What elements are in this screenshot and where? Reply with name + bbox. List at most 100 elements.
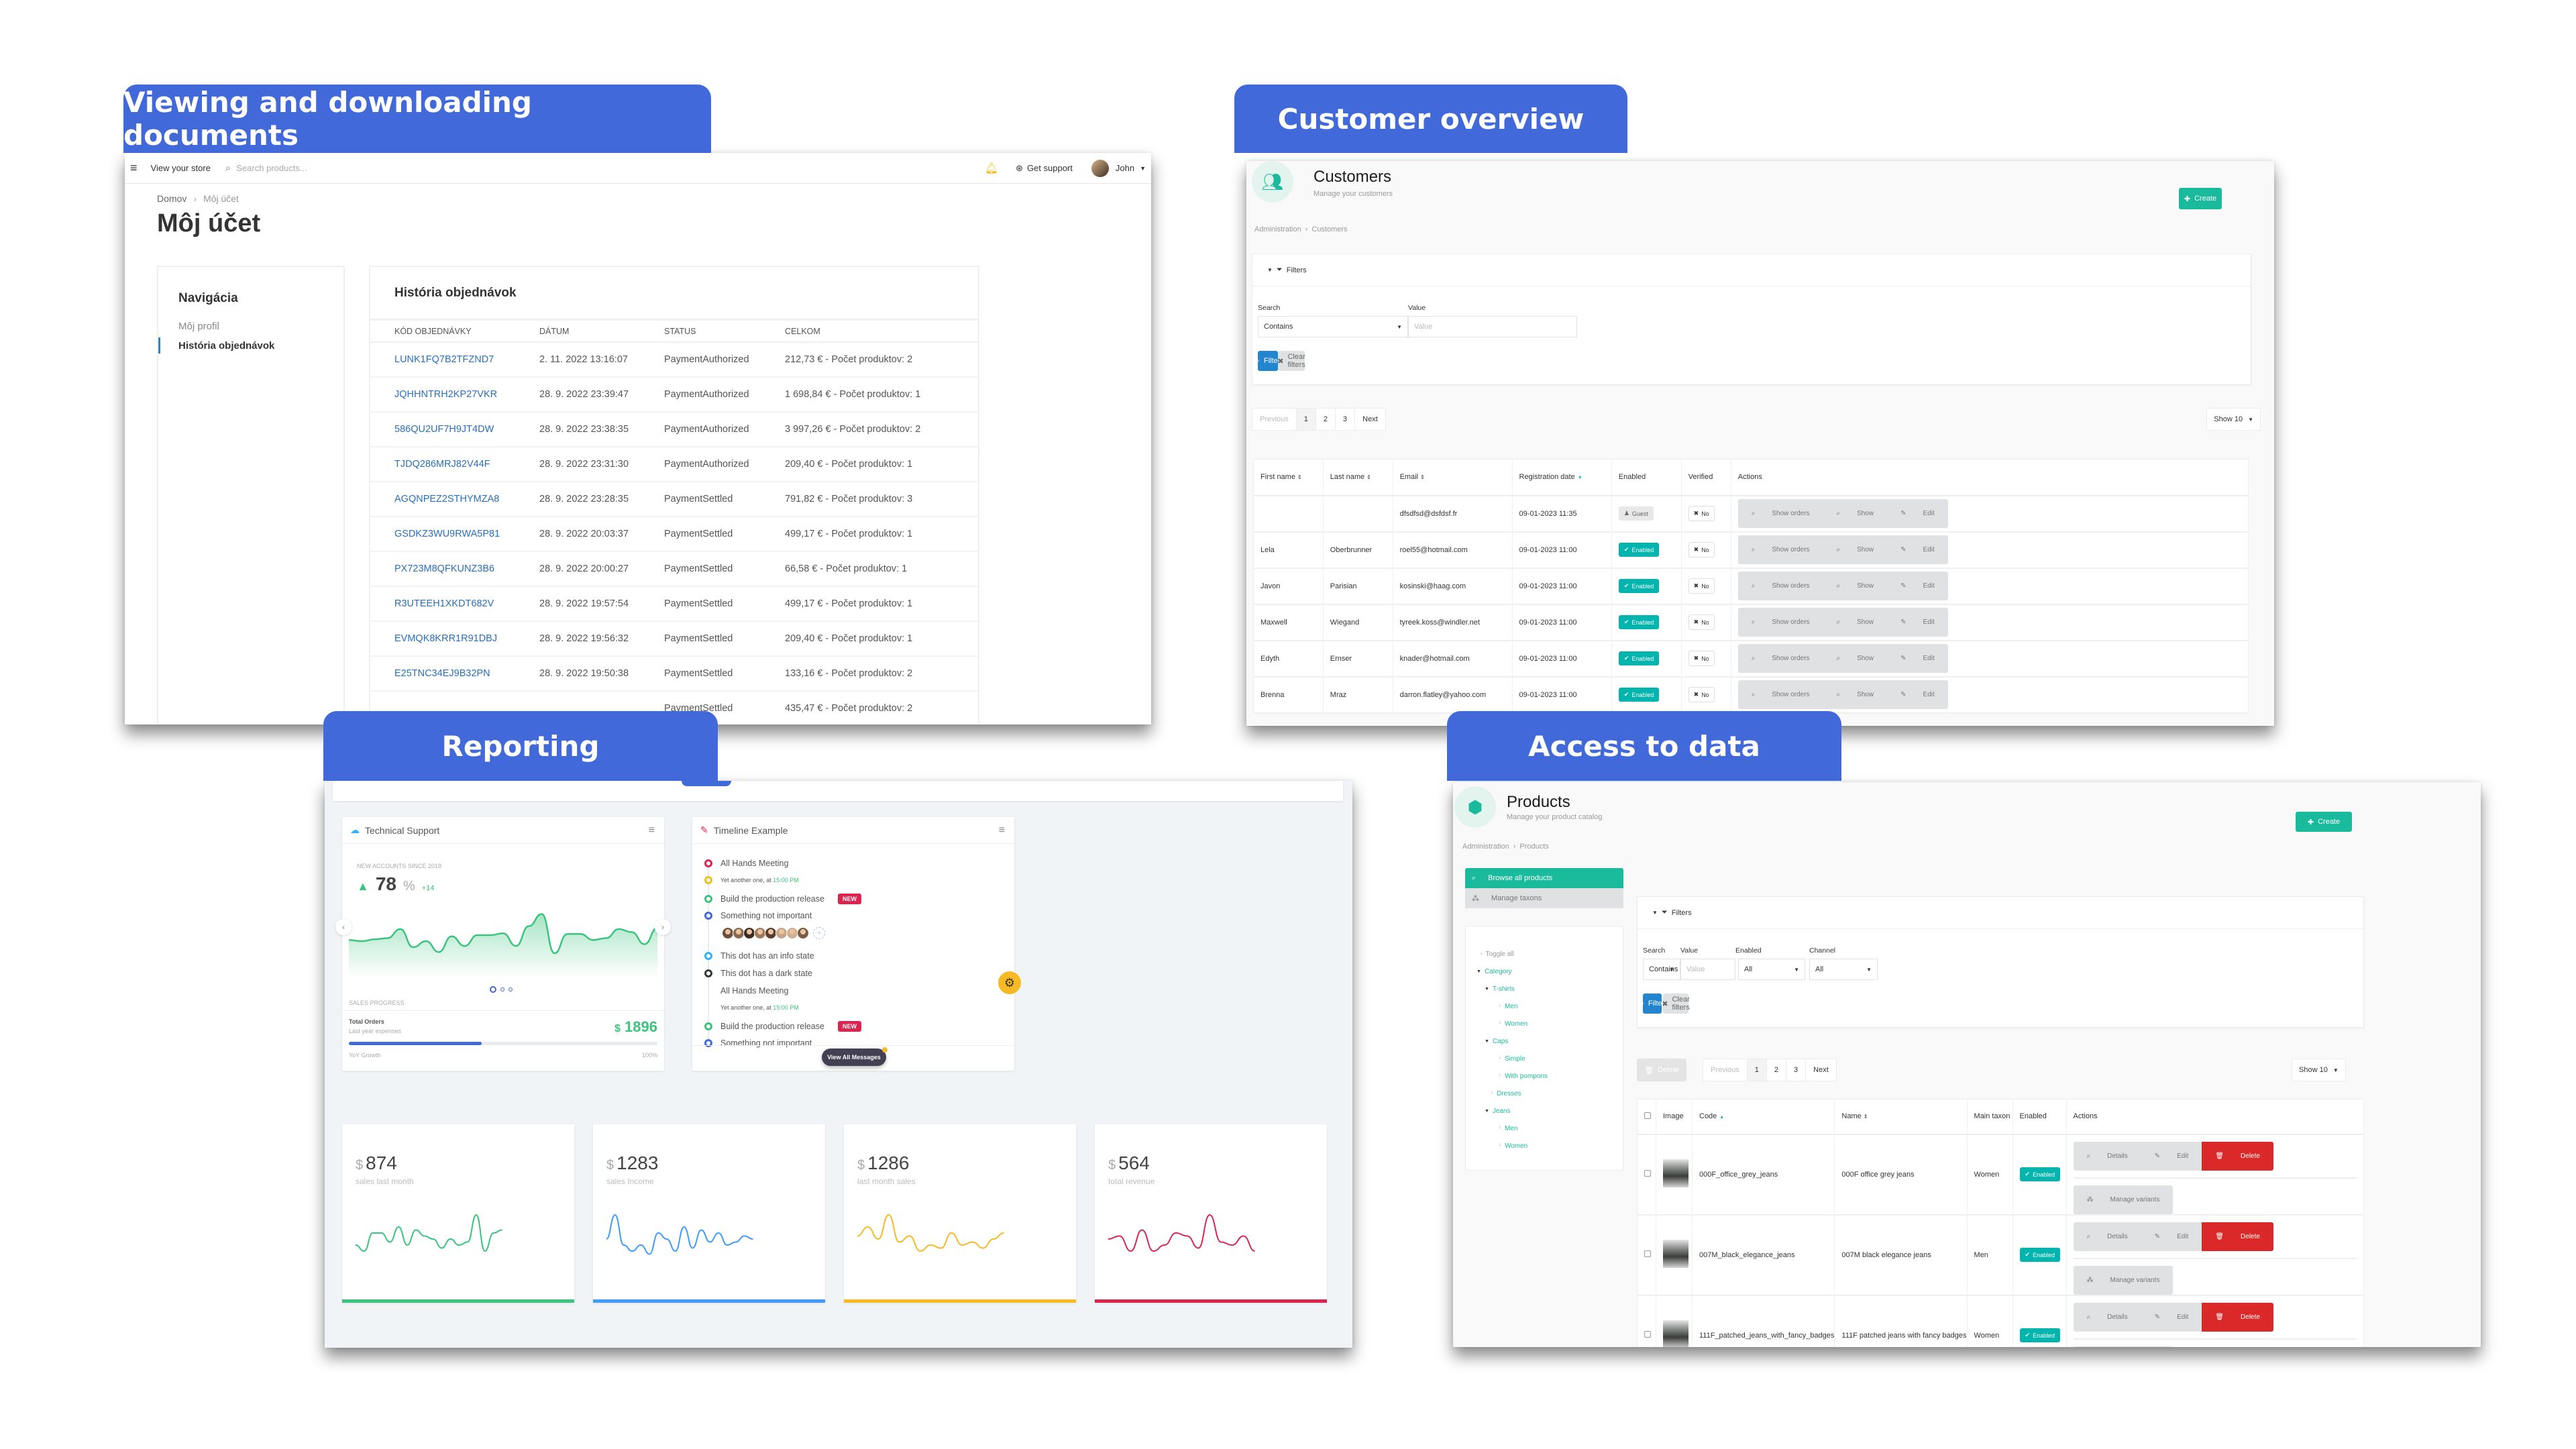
order-code-link[interactable]: GSDKZ3WU9RWA5P81: [370, 517, 515, 552]
show-button[interactable]: ⌕ Show: [1823, 499, 1888, 528]
search-type-select[interactable]: Contains ▼: [1258, 316, 1408, 337]
show-orders-button[interactable]: ⌕ Show orders: [1738, 499, 1823, 528]
pager-page[interactable]: 1: [1296, 409, 1316, 430]
order-code-link[interactable]: 586QU2UF7H9JT4DW: [370, 412, 515, 447]
edit-button[interactable]: ✎ Edit: [2141, 1142, 2202, 1171]
per-page-select[interactable]: Show 10 ▼: [2206, 408, 2261, 431]
show-button[interactable]: ⌕ Show: [1823, 572, 1888, 600]
menu-icon[interactable]: ≡: [649, 824, 655, 837]
per-page-select[interactable]: Show 10 ▼: [2292, 1059, 2346, 1081]
pager-previous[interactable]: Previous: [1703, 1059, 1748, 1081]
edit-button[interactable]: ✎ Edit: [1887, 680, 1948, 709]
details-button[interactable]: ⌕ Details: [2074, 1303, 2141, 1332]
edit-button[interactable]: ✎ Edit: [1887, 644, 1948, 673]
carousel-dot[interactable]: [508, 987, 513, 991]
delete-button[interactable]: 🗑︎ Delete: [2202, 1141, 2273, 1171]
browse-all-products-item[interactable]: ⌕ Browse all products: [1465, 868, 1623, 888]
taxon-item[interactable]: └ Women: [1466, 1137, 1623, 1155]
pager-page[interactable]: 3: [1336, 409, 1356, 430]
get-support-link[interactable]: Get support: [1027, 163, 1073, 173]
add-avatar-button[interactable]: +: [813, 927, 825, 939]
delete-button[interactable]: 🗑︎ Delete: [2202, 1222, 2273, 1251]
details-button[interactable]: ⌕ Details: [2074, 1142, 2141, 1171]
delete-button[interactable]: 🗑︎ Delete: [2202, 1302, 2273, 1332]
order-code-link[interactable]: E25TNC34EJ9B32PN: [370, 656, 515, 692]
taxon-item[interactable]: ▼ Category: [1466, 963, 1623, 980]
taxon-item[interactable]: └ Men: [1466, 998, 1623, 1015]
order-code-link[interactable]: JQHHNTRH2KP27VKR: [370, 377, 515, 413]
pager-next[interactable]: Next: [1355, 409, 1385, 430]
nav-item-profile[interactable]: Môj profil: [178, 321, 343, 332]
filters-toggle[interactable]: ▼ ⏷ Filters: [1638, 897, 2363, 929]
taxon-item[interactable]: └ Dresses: [1466, 1085, 1623, 1102]
create-button[interactable]: ✚ Create: [2296, 812, 2352, 832]
manage-variants-button[interactable]: ⁂Manage variants: [2073, 1265, 2174, 1295]
enabled-select[interactable]: All ▼: [1738, 959, 1805, 980]
value-input[interactable]: Value: [1680, 959, 1735, 980]
breadcrumb-home[interactable]: Domov: [157, 193, 186, 204]
pager-page[interactable]: 3: [1786, 1059, 1807, 1081]
order-code-link[interactable]: PX723M8QFKUNZ3B6: [370, 551, 515, 587]
edit-button[interactable]: ✎ Edit: [1887, 608, 1948, 637]
order-code-link[interactable]: TJDQ286MRJ82V44F: [370, 447, 515, 482]
show-button[interactable]: ⌕ Show: [1823, 644, 1888, 673]
column-header[interactable]: Name ⇕: [1834, 1099, 1968, 1135]
pager-page[interactable]: 2: [1767, 1059, 1787, 1081]
view-all-messages-button[interactable]: View All Messages: [822, 1049, 886, 1066]
column-header[interactable]: First name ⇕: [1253, 459, 1324, 496]
settings-fab-button[interactable]: ⚙: [998, 971, 1021, 994]
order-code-link[interactable]: R3UTEEH1XKDT682V: [370, 586, 515, 622]
pager-previous[interactable]: Previous: [1252, 409, 1297, 430]
carousel-dot[interactable]: [500, 987, 504, 991]
hamburger-icon[interactable]: ≡: [130, 161, 138, 175]
filter-button[interactable]: ⌕ Filter: [1256, 351, 1280, 371]
manage-taxons-item[interactable]: ⁂ Manage taxons: [1465, 888, 1623, 908]
taxon-item[interactable]: └ Women: [1466, 1015, 1623, 1032]
edit-button[interactable]: ✎ Edit: [1887, 535, 1948, 564]
show-button[interactable]: ⌕ Show: [1823, 680, 1888, 709]
carousel-prev-button[interactable]: ‹: [335, 919, 352, 935]
show-orders-button[interactable]: ⌕ Show orders: [1738, 644, 1823, 673]
product-thumbnail[interactable]: [1663, 1159, 1688, 1187]
edit-button[interactable]: ✎ Edit: [1887, 572, 1948, 600]
pager-page[interactable]: 2: [1316, 409, 1336, 430]
carousel-next-button[interactable]: ›: [655, 919, 671, 935]
order-code-link[interactable]: LUNK1FQ7B2TFZND7: [370, 342, 515, 378]
search-input[interactable]: Search products...: [236, 163, 307, 173]
select-all-checkbox[interactable]: [1637, 1099, 1656, 1135]
pager-page[interactable]: 1: [1747, 1059, 1767, 1081]
breadcrumb-admin[interactable]: Administration: [1462, 843, 1509, 851]
manage-variants-button[interactable]: ⁂Manage variants: [2073, 1185, 2174, 1214]
row-checkbox[interactable]: [1644, 1250, 1651, 1257]
edit-button[interactable]: ✎ Edit: [2141, 1303, 2202, 1332]
pager-next[interactable]: Next: [1806, 1059, 1836, 1081]
taxon-item[interactable]: └ Men: [1466, 1120, 1623, 1137]
details-button[interactable]: ⌕ Details: [2074, 1222, 2141, 1251]
show-button[interactable]: ⌕ Show: [1823, 535, 1888, 564]
value-input[interactable]: Value: [1408, 316, 1577, 337]
view-store-link[interactable]: View your store: [151, 163, 211, 173]
taxon-item[interactable]: └ With pompons: [1466, 1067, 1623, 1085]
show-orders-button[interactable]: ⌕ Show orders: [1738, 572, 1823, 600]
nav-item-order-history[interactable]: História objednávok: [158, 337, 343, 354]
create-button[interactable]: ✚ Create: [2179, 188, 2222, 209]
column-header[interactable]: Code ▲: [1692, 1099, 1835, 1135]
toggle-all-link[interactable]: • Toggle all: [1466, 945, 1623, 963]
show-button[interactable]: ⌕ Show: [1823, 608, 1888, 637]
edit-button[interactable]: ✎ Edit: [2141, 1222, 2202, 1251]
user-avatar[interactable]: [1091, 159, 1109, 177]
chevron-down-icon[interactable]: ▼: [1140, 165, 1146, 172]
column-header[interactable]: Registration date ▼: [1512, 459, 1612, 496]
row-checkbox[interactable]: [1644, 1331, 1651, 1338]
taxon-item[interactable]: ▼ Caps: [1466, 1032, 1623, 1050]
taxon-item[interactable]: └ Simple: [1466, 1050, 1623, 1067]
show-orders-button[interactable]: ⌕ Show orders: [1738, 608, 1823, 637]
carousel-dot[interactable]: [490, 986, 496, 993]
show-orders-button[interactable]: ⌕ Show orders: [1738, 680, 1823, 709]
filters-toggle[interactable]: ▼ ⏷ Filters: [1252, 254, 2251, 286]
column-header[interactable]: Email ⇕: [1393, 459, 1513, 496]
channel-select[interactable]: All ▼: [1809, 959, 1878, 980]
manage-variants-button[interactable]: ⁂Manage variants: [2073, 1346, 2174, 1347]
row-checkbox[interactable]: [1644, 1170, 1651, 1177]
checkbox[interactable]: [1644, 1112, 1651, 1119]
